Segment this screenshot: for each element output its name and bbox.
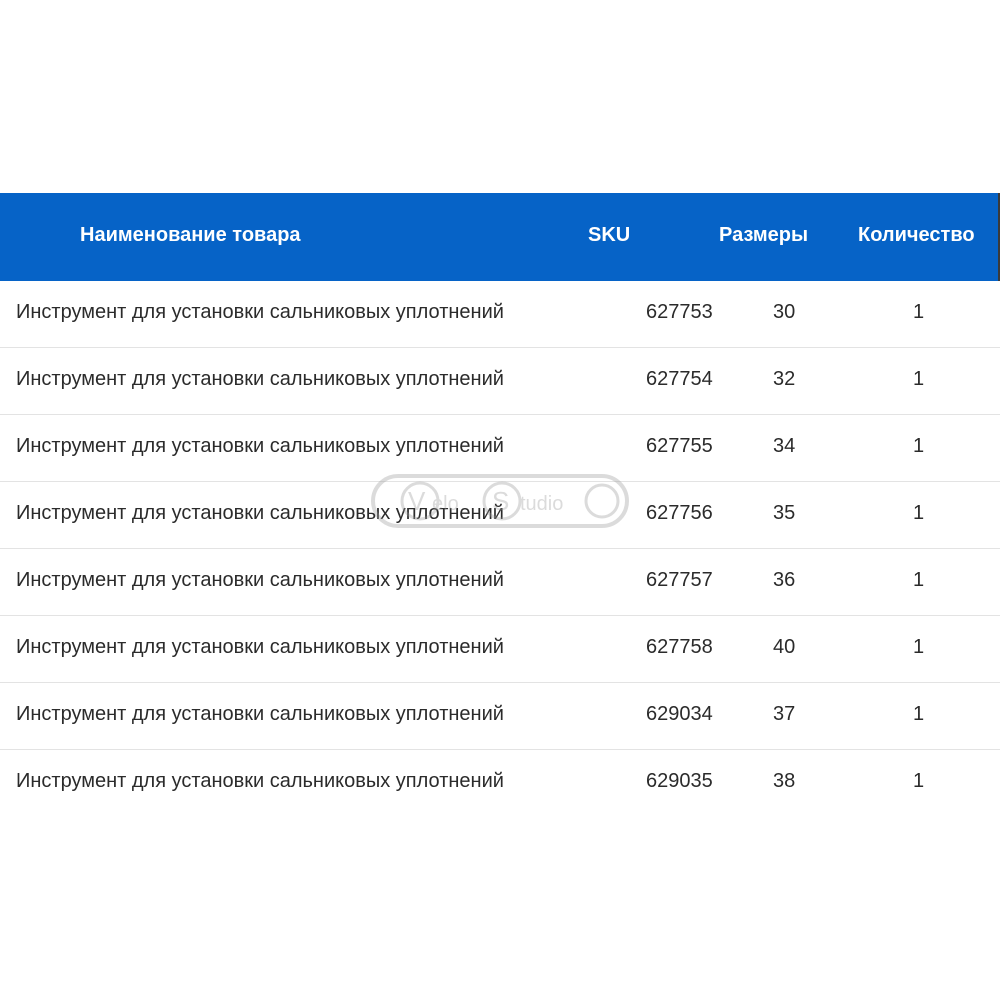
table-row: Инструмент для установки сальниковых упл… xyxy=(0,616,1000,683)
cell-size: 36 xyxy=(773,569,796,591)
cell-sku: 627755 xyxy=(646,435,713,457)
cell-name: Инструмент для установки сальниковых упл… xyxy=(16,301,504,323)
product-table: Наименование товара SKU Размеры Количест… xyxy=(0,193,1000,816)
cell-size: 34 xyxy=(773,435,796,457)
cell-sku: 627756 xyxy=(646,502,713,524)
cell-sku: 627753 xyxy=(646,301,713,323)
table-row: Инструмент для установки сальниковых упл… xyxy=(0,482,1000,549)
header-sku: SKU xyxy=(588,224,631,246)
header-name: Наименование товара xyxy=(80,224,301,246)
cell-name: Инструмент для установки сальниковых упл… xyxy=(16,368,504,390)
table-row: Инструмент для установки сальниковых упл… xyxy=(0,750,1000,816)
table-row: Инструмент для установки сальниковых упл… xyxy=(0,549,1000,616)
header-quantity: Количество xyxy=(858,224,975,246)
cell-size: 37 xyxy=(773,703,796,725)
header-size: Размеры xyxy=(719,224,809,246)
cell-name: Инструмент для установки сальниковых упл… xyxy=(16,502,504,524)
cell-quantity: 1 xyxy=(913,703,925,725)
table-row: Инструмент для установки сальниковых упл… xyxy=(0,415,1000,482)
cell-size: 35 xyxy=(773,502,796,524)
cell-quantity: 1 xyxy=(913,502,925,524)
cell-sku: 627757 xyxy=(646,569,713,591)
cell-sku: 627754 xyxy=(646,368,713,390)
cell-quantity: 1 xyxy=(913,301,925,323)
cell-size: 40 xyxy=(773,636,796,658)
cell-size: 32 xyxy=(773,368,796,390)
cell-quantity: 1 xyxy=(913,368,925,390)
cell-quantity: 1 xyxy=(913,435,925,457)
cell-name: Инструмент для установки сальниковых упл… xyxy=(16,636,504,658)
cell-name: Инструмент для установки сальниковых упл… xyxy=(16,770,504,792)
table-header: Наименование товара SKU Размеры Количест… xyxy=(0,193,1000,281)
cell-sku: 629034 xyxy=(646,703,713,725)
cell-name: Инструмент для установки сальниковых упл… xyxy=(16,703,504,725)
cell-sku: 627758 xyxy=(646,636,713,658)
table-row: Инструмент для установки сальниковых упл… xyxy=(0,683,1000,750)
cell-name: Инструмент для установки сальниковых упл… xyxy=(16,435,504,457)
cell-quantity: 1 xyxy=(913,770,925,792)
cell-sku: 629035 xyxy=(646,770,713,792)
cell-quantity: 1 xyxy=(913,636,925,658)
table-row: Инструмент для установки сальниковых упл… xyxy=(0,348,1000,415)
cell-name: Инструмент для установки сальниковых упл… xyxy=(16,569,504,591)
table-row: Инструмент для установки сальниковых упл… xyxy=(0,281,1000,348)
cell-quantity: 1 xyxy=(913,569,925,591)
cell-size: 30 xyxy=(773,301,796,323)
cell-size: 38 xyxy=(773,770,796,792)
